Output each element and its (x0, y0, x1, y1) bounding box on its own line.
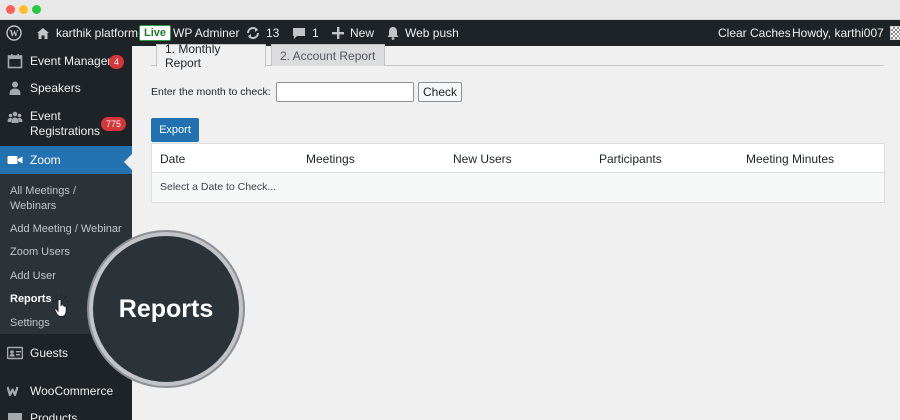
registrations-count-badge: 775 (101, 117, 127, 131)
main-content: 1. Monthly Report 2. Account Report Ente… (132, 42, 900, 420)
account-menu[interactable]: Howdy, karthi007 (792, 20, 900, 46)
sidebar-item-event-manager[interactable]: Event Manager 4 (0, 51, 132, 71)
submenu-item-add-user[interactable]: Add User (10, 269, 56, 284)
window-titlebar (0, 0, 900, 20)
sidebar-item-label: Zoom (30, 153, 61, 167)
wp-adminer-label: WP Adminer (173, 26, 240, 40)
event-manager-count-badge: 4 (109, 55, 125, 69)
site-name-link[interactable]: karthik platform (36, 20, 138, 46)
sidebar-item-label: Products (30, 411, 78, 420)
avatar-icon (889, 26, 900, 40)
sidebar-item-event-registrations[interactable]: Event Registrations 775 (0, 108, 132, 140)
sidebar-item-label: Event Manager (30, 54, 112, 68)
month-input[interactable] (276, 82, 414, 102)
box-icon (8, 413, 22, 420)
tab-monthly-report[interactable]: 1. Monthly Report (156, 42, 266, 70)
submenu-item-all-meetings-line1[interactable]: All Meetings / (10, 184, 76, 199)
submenu-item-settings[interactable]: Settings (10, 316, 50, 331)
export-button[interactable]: Export (151, 118, 199, 142)
column-header-participants: Participants (599, 152, 662, 166)
group-icon (7, 111, 23, 123)
web-push-label: Web push (405, 26, 459, 40)
wordpress-icon: W (6, 25, 22, 41)
video-icon (7, 156, 23, 164)
svg-text:W: W (10, 29, 19, 39)
sidebar-item-label: WooCommerce (30, 384, 114, 398)
clear-caches-link[interactable]: Clear Caches (718, 20, 791, 46)
sidebar-item-products[interactable]: Products (0, 408, 132, 420)
submenu-item-add-meeting[interactable]: Add Meeting / Webinar (10, 222, 122, 237)
hand-pointer-icon (53, 294, 69, 317)
new-label: New (350, 26, 375, 40)
column-header-meeting-minutes: Meeting Minutes (746, 152, 835, 166)
web-push-link[interactable]: Web push (387, 20, 459, 46)
month-prompt-label: Enter the month to check: (151, 86, 271, 98)
report-table: Date Meetings New Users Participants Mee… (151, 143, 885, 203)
window-minimize-button[interactable] (19, 5, 28, 14)
comments-count: 1 (312, 26, 319, 40)
sidebar-item-speakers[interactable]: Speakers (0, 78, 132, 98)
active-menu-arrow (124, 154, 132, 170)
bell-icon (387, 27, 399, 40)
comments-link[interactable]: 1 (292, 20, 319, 46)
comment-icon (293, 27, 305, 39)
column-header-new-users: New Users (453, 152, 512, 166)
column-header-date: Date (160, 152, 186, 166)
check-button[interactable]: Check (418, 82, 462, 102)
sidebar-item-zoom[interactable]: Zoom (0, 146, 132, 174)
sidebar-item-label-line1: Event (30, 109, 61, 123)
plus-icon (332, 27, 344, 39)
sidebar-item-woocommerce[interactable]: WooCommerce (0, 381, 132, 401)
table-header-row: Date Meetings New Users Participants Mee… (152, 144, 884, 173)
calendar-icon (7, 54, 23, 69)
id-card-icon (7, 346, 23, 360)
column-header-meetings: Meetings (306, 152, 355, 166)
submenu-item-all-meetings-line2[interactable]: Webinars (10, 199, 56, 214)
reports-zoom-callout: Reports (89, 232, 243, 386)
sidebar-item-label-line2: Registrations (30, 124, 101, 138)
refresh-icon (247, 27, 259, 39)
sidebar-item-label: Speakers (30, 81, 81, 95)
table-row: Select a Date to Check... (152, 173, 884, 202)
home-icon (37, 27, 49, 39)
admin-bar: W karthik platform Live WP Adminer 13 1 (0, 20, 900, 46)
wordpress-logo-link[interactable]: W (6, 20, 22, 46)
woocommerce-icon (7, 386, 19, 397)
empty-table-message: Select a Date to Check... (160, 181, 277, 193)
callout-text: Reports (118, 294, 214, 323)
submenu-item-zoom-users[interactable]: Zoom Users (10, 245, 70, 260)
new-content-link[interactable]: New (332, 20, 374, 46)
sidebar-item-label: Guests (30, 346, 69, 360)
site-name: karthik platform (56, 26, 139, 40)
window-maximize-button[interactable] (32, 5, 41, 14)
howdy-label: Howdy, karthi007 (792, 26, 884, 40)
clear-caches-label: Clear Caches (718, 26, 791, 40)
updates-count: 13 (266, 26, 280, 40)
tab-account-report[interactable]: 2. Account Report (271, 44, 385, 66)
window-close-button[interactable] (6, 5, 15, 14)
live-badge: Live (139, 25, 172, 41)
submenu-item-reports[interactable]: Reports (10, 292, 52, 307)
person-icon (9, 81, 21, 95)
